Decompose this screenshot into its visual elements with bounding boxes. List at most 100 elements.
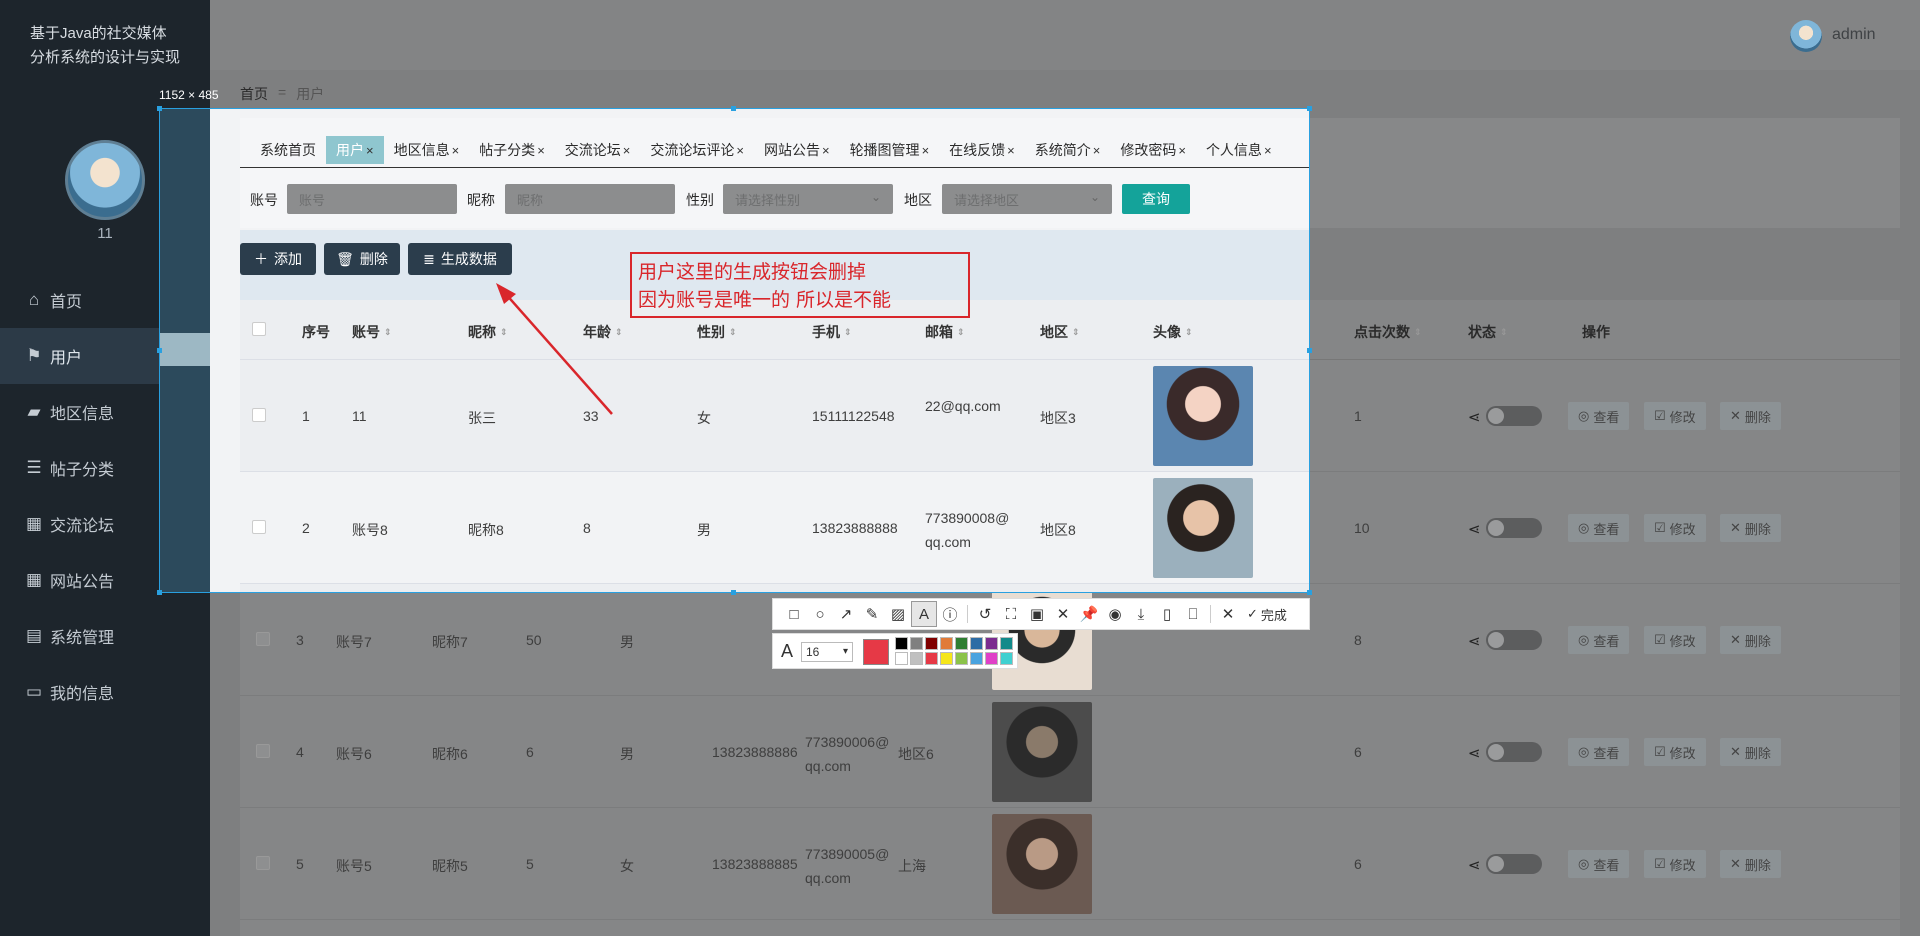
bookmark-icon[interactable]: ⎕ — [1180, 601, 1206, 627]
delete-row-button[interactable]: ✕ 删除 — [1720, 850, 1781, 878]
cell-account: 账号5 — [336, 858, 372, 874]
sidebar-item-label: 用户 — [50, 350, 83, 367]
view-button[interactable]: ◎ 查看 — [1568, 514, 1630, 542]
color-swatch[interactable] — [985, 637, 998, 650]
view-button[interactable]: ◎ 查看 — [1568, 626, 1630, 654]
font-size-select[interactable]: 16 ▾ — [801, 642, 853, 662]
edit-button[interactable]: ☑ 修改 — [1644, 514, 1706, 542]
view-button[interactable]: ◎ 查看 — [1568, 850, 1630, 878]
ocr-icon[interactable]: ⛶ — [998, 601, 1024, 627]
resize-handle[interactable] — [157, 348, 162, 353]
resize-handle[interactable] — [1307, 348, 1312, 353]
share-icon[interactable]: ⋖ — [1468, 520, 1481, 538]
color-swatch[interactable] — [925, 652, 938, 665]
resize-handle[interactable] — [731, 106, 736, 111]
cell-nickname: 昵称6 — [432, 746, 468, 762]
text-tool-icon[interactable]: A — [911, 601, 937, 627]
color-swatch[interactable] — [910, 652, 923, 665]
arrow-tool-icon[interactable]: ↗ — [833, 601, 859, 627]
pencil-tool-icon[interactable]: ✎ — [859, 601, 885, 627]
sidebar-avatar[interactable] — [65, 140, 145, 220]
close-icon[interactable]: ✕ — [1215, 601, 1241, 627]
breadcrumb-home[interactable]: 首页 — [240, 84, 268, 104]
avatar[interactable] — [992, 702, 1092, 802]
edit-button[interactable]: ☑ 修改 — [1644, 738, 1706, 766]
edit-button[interactable]: ☑ 修改 — [1644, 402, 1706, 430]
color-swatch[interactable] — [940, 637, 953, 650]
color-swatch[interactable] — [970, 637, 983, 650]
color-swatch[interactable] — [910, 637, 923, 650]
status-toggle[interactable] — [1486, 406, 1542, 426]
row-checkbox[interactable] — [256, 744, 270, 758]
row-checkbox[interactable] — [256, 856, 270, 870]
delete-row-button[interactable]: ✕ 删除 — [1720, 738, 1781, 766]
edit-button[interactable]: ☑ 修改 — [1644, 850, 1706, 878]
admin-name[interactable]: admin — [1832, 26, 1876, 44]
status-toggle[interactable] — [1486, 630, 1542, 650]
sidebar-item-system[interactable]: ▤ 系统管理 — [0, 608, 210, 664]
sort-icon: ⇕ — [1500, 327, 1508, 337]
color-swatch[interactable] — [955, 637, 968, 650]
color-swatch[interactable] — [970, 652, 983, 665]
ellipse-tool-icon[interactable]: ○ — [807, 601, 833, 627]
capture-selection-frame[interactable] — [159, 108, 1310, 593]
share-icon[interactable]: ⋖ — [1468, 744, 1481, 762]
edit-button[interactable]: ☑ 修改 — [1644, 626, 1706, 654]
long-capture-icon[interactable]: ✕ — [1050, 601, 1076, 627]
breadcrumb: 首页 = 用户 — [240, 84, 324, 104]
rectangle-tool-icon[interactable]: □ — [781, 601, 807, 627]
color-swatch[interactable] — [895, 652, 908, 665]
status-toggle[interactable] — [1486, 742, 1542, 762]
view-button[interactable]: ◎ 查看 — [1568, 402, 1630, 430]
resize-handle[interactable] — [1307, 106, 1312, 111]
color-swatch[interactable] — [955, 652, 968, 665]
sidebar-item-label: 地区信息 — [50, 406, 115, 423]
save-icon[interactable]: ▯ — [1154, 601, 1180, 627]
color-swatch[interactable] — [1000, 637, 1013, 650]
eye-icon: ◎ — [1578, 632, 1590, 647]
close-icon: ✕ — [1730, 744, 1741, 759]
pin-icon[interactable]: 📌 — [1076, 601, 1102, 627]
list-icon: ☰ — [26, 458, 42, 477]
share-icon[interactable]: ⋖ — [1468, 632, 1481, 650]
color-swatch[interactable] — [895, 637, 908, 650]
avatar[interactable] — [992, 814, 1092, 914]
download-icon[interactable]: ⤓ — [1128, 601, 1154, 627]
delete-row-button[interactable]: ✕ 删除 — [1720, 626, 1781, 654]
resize-handle[interactable] — [157, 106, 162, 111]
sidebar-item-label: 帖子分类 — [50, 462, 115, 479]
th-status[interactable]: 状态 ⇕ — [1468, 322, 1508, 342]
cell-email-domain: qq.com — [805, 870, 851, 886]
current-color-swatch[interactable] — [863, 639, 889, 665]
row-checkbox[interactable] — [256, 632, 270, 646]
system-title: 基于Java的社交媒体分析系统的设计与实现 — [30, 25, 181, 66]
color-swatch[interactable] — [985, 652, 998, 665]
delete-row-button[interactable]: ✕ 删除 — [1720, 514, 1781, 542]
annotation-text[interactable]: 用户这里的生成按钮会删掉 因为账号是唯一的 所以是不能 — [638, 258, 891, 314]
undo-icon[interactable]: ↺ — [972, 601, 998, 627]
mosaic-tool-icon[interactable]: ▨ — [885, 601, 911, 627]
annotation-arrow[interactable] — [490, 280, 630, 420]
resize-handle[interactable] — [731, 590, 736, 595]
share-icon[interactable]: ⋖ — [1468, 408, 1481, 426]
view-button[interactable]: ◎ 查看 — [1568, 738, 1630, 766]
th-clicks[interactable]: 点击次数 ⇕ — [1354, 322, 1422, 342]
translate-icon[interactable]: ▣ — [1024, 601, 1050, 627]
color-swatch[interactable] — [940, 652, 953, 665]
status-toggle[interactable] — [1486, 854, 1542, 874]
resize-handle[interactable] — [1307, 590, 1312, 595]
admin-avatar[interactable] — [1790, 20, 1822, 52]
delete-row-button[interactable]: ✕ 删除 — [1720, 402, 1781, 430]
color-swatch[interactable] — [925, 637, 938, 650]
share-icon[interactable]: ⋖ — [1468, 856, 1481, 874]
status-toggle[interactable] — [1486, 518, 1542, 538]
color-swatch[interactable] — [1000, 652, 1013, 665]
number-tool-icon[interactable]: ⓘ — [937, 601, 963, 627]
sidebar-item-my-info[interactable]: ▭ 我的信息 — [0, 664, 210, 720]
record-icon[interactable]: ◉ — [1102, 601, 1128, 627]
eye-icon: ◎ — [1578, 408, 1590, 423]
edit-icon: ☑ — [1654, 408, 1666, 423]
done-button[interactable]: ✓ 完成 — [1241, 601, 1293, 627]
home-icon: ⌂ — [28, 290, 40, 309]
resize-handle[interactable] — [157, 590, 162, 595]
